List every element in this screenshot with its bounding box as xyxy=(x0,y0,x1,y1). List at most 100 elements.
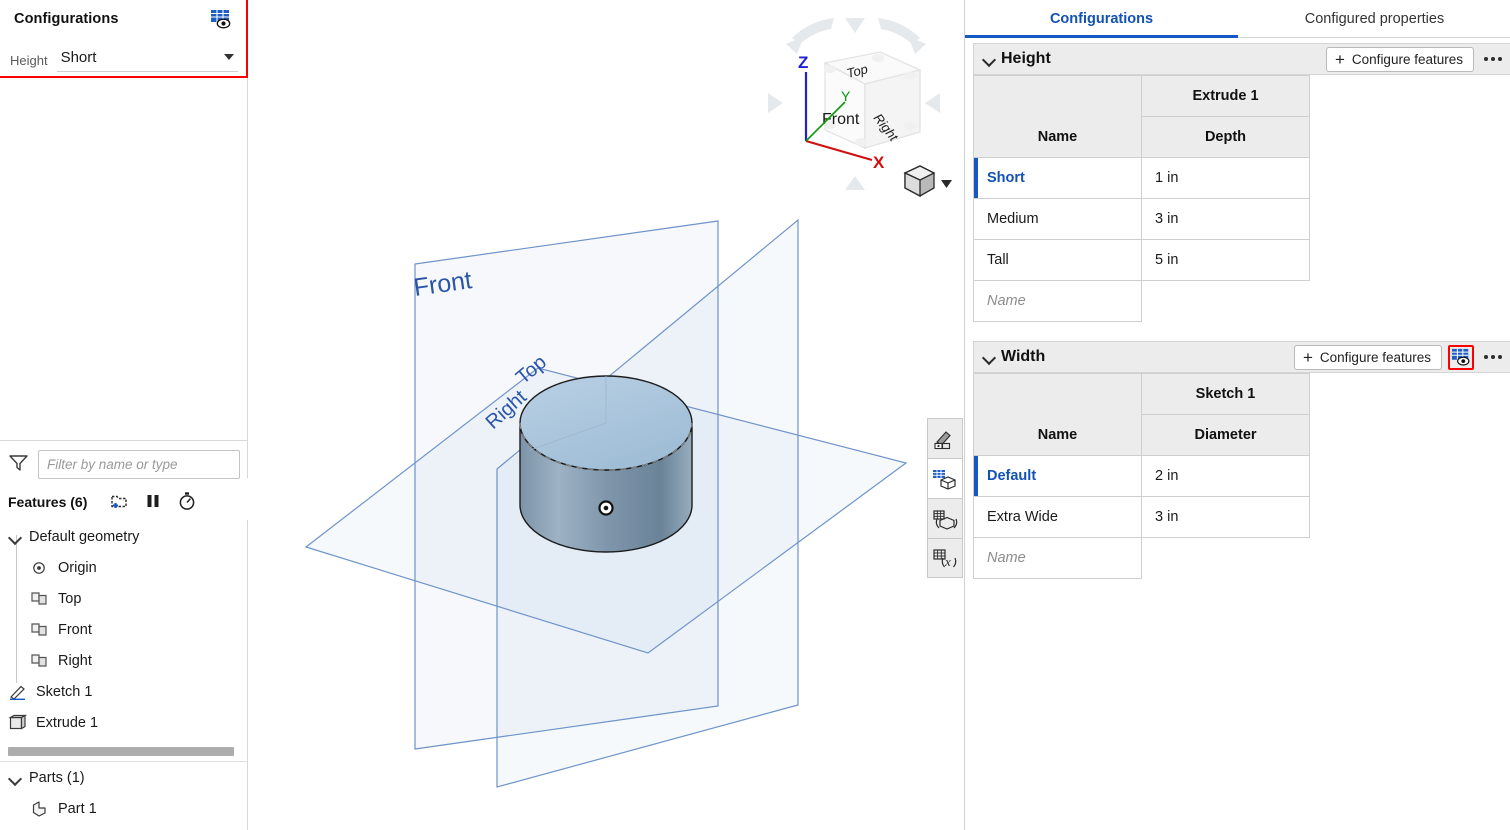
table-row[interactable]: Short 1 in xyxy=(973,157,1310,199)
configure-features-label: Configure features xyxy=(1351,51,1463,67)
table-header-row-param: Name Diameter xyxy=(973,414,1310,456)
chevron-down-icon[interactable] xyxy=(8,529,23,544)
add-folder-icon[interactable] xyxy=(109,492,129,513)
part-icon xyxy=(30,800,50,818)
header-blank-cell xyxy=(973,373,1142,415)
height-config-dropdown[interactable]: Short xyxy=(56,45,238,72)
features-count-label: Features (6) xyxy=(8,494,88,510)
tree-item-label: Top xyxy=(58,590,82,607)
viewport-tool-rail: x xyxy=(927,418,963,578)
filter-funnel-icon[interactable] xyxy=(8,453,29,475)
table-new-row[interactable]: Name xyxy=(973,537,1310,579)
chevron-down-icon[interactable] xyxy=(982,350,996,364)
plus-icon: + xyxy=(1334,49,1345,69)
config-name-cell[interactable]: Extra Wide xyxy=(973,496,1142,538)
sketch-icon xyxy=(8,683,28,701)
tab-configured-properties[interactable]: Configured properties xyxy=(1238,0,1510,38)
new-config-name-input[interactable]: Name xyxy=(973,280,1142,322)
table-row[interactable]: Default 2 in xyxy=(973,455,1310,497)
feature-tree-list: Default geometry Origin Top Front Right … xyxy=(0,521,247,738)
chevron-down-icon[interactable] xyxy=(982,52,996,66)
table-header-row-feature: Sketch 1 xyxy=(973,373,1310,415)
chevron-down-icon xyxy=(941,180,952,188)
variable-studio-icon[interactable]: x xyxy=(927,538,963,578)
tree-horizontal-scrollbar[interactable] xyxy=(8,747,234,756)
table-row[interactable]: Medium 3 in xyxy=(973,198,1310,240)
section-overflow-menu[interactable] xyxy=(1480,345,1506,369)
variable-table-icon[interactable] xyxy=(927,498,963,538)
feature-header-cell: Sketch 1 xyxy=(1141,373,1310,415)
plane-icon xyxy=(30,652,50,670)
tree-item-label: Right xyxy=(58,652,92,669)
pause-icon[interactable] xyxy=(145,492,161,513)
config-value-cell[interactable]: 2 in xyxy=(1141,455,1310,497)
origin-point-icon xyxy=(30,559,50,577)
configurations-panel: Configurations Height Short xyxy=(0,0,248,78)
table-row[interactable]: Tall 5 in xyxy=(973,239,1310,281)
table-header-row-feature: Extrude 1 xyxy=(973,75,1310,117)
section-header[interactable]: Width + Configure features xyxy=(973,341,1510,373)
config-name-cell[interactable]: Short xyxy=(973,157,1142,199)
viewcube-body xyxy=(823,51,922,150)
svg-text:Z: Z xyxy=(798,53,808,72)
param-column-header: Depth xyxy=(1141,116,1310,158)
config-name-cell[interactable]: Medium xyxy=(973,198,1142,240)
feature-header-cell: Extrude 1 xyxy=(1141,75,1310,117)
onshape-configurations-screen: Configurations Height Short Filter by na… xyxy=(0,0,1510,830)
table-new-row[interactable]: Name xyxy=(973,280,1310,322)
tree-item-label: Default geometry xyxy=(29,528,140,545)
appearance-icon[interactable] xyxy=(927,418,963,458)
section-title: Width xyxy=(1001,348,1046,365)
panel-tabs: Configurations Configured properties xyxy=(965,0,1510,38)
svg-text:X: X xyxy=(873,153,885,172)
features-toolbar: Features (6) xyxy=(8,489,238,515)
param-column-header: Diameter xyxy=(1141,414,1310,456)
tree-item-sketch-1[interactable]: Sketch 1 xyxy=(0,676,247,707)
tree-item-extrude-1[interactable]: Extrude 1 xyxy=(0,707,247,738)
configuration-table-eye-icon[interactable] xyxy=(210,9,232,30)
tree-item-part-1[interactable]: Part 1 xyxy=(0,793,247,824)
tree-item-front-plane[interactable]: Front xyxy=(0,614,247,645)
tree-item-default-geometry[interactable]: Default geometry xyxy=(0,521,247,552)
filter-row xyxy=(8,449,240,479)
configure-features-button[interactable]: + Configure features xyxy=(1325,46,1474,72)
3d-viewport[interactable]: Front Top Right Top Front Right Z X Y x xyxy=(248,0,964,830)
search-input[interactable] xyxy=(38,449,240,479)
chevron-down-icon[interactable] xyxy=(8,770,23,785)
tree-item-label: Front xyxy=(58,621,92,638)
config-name-cell[interactable]: Default xyxy=(973,455,1142,497)
table-header-row-param: Name Depth xyxy=(973,116,1310,158)
configuration-table-eye-icon[interactable] xyxy=(1448,344,1474,370)
config-value-cell[interactable]: 5 in xyxy=(1141,239,1310,281)
tree-item-label: Extrude 1 xyxy=(36,714,99,731)
chevron-down-icon xyxy=(224,54,234,60)
svg-text:x: x xyxy=(944,554,951,569)
config-value-cell[interactable]: 3 in xyxy=(1141,496,1310,538)
config-table-height: Extrude 1 Name Depth Short 1 in Medium 3… xyxy=(973,75,1310,322)
parts-group-header[interactable]: Parts (1) xyxy=(0,762,247,793)
config-value-cell[interactable]: 1 in xyxy=(1141,157,1310,199)
parts-list: Parts (1) Part 1 xyxy=(0,762,247,824)
tree-item-top-plane[interactable]: Top xyxy=(0,583,247,614)
section-overflow-menu[interactable] xyxy=(1480,47,1506,71)
header-blank-cell xyxy=(973,75,1142,117)
parts-count-label: Parts (1) xyxy=(29,769,85,786)
new-config-blank-cell xyxy=(1141,280,1310,322)
new-config-name-input[interactable]: Name xyxy=(973,537,1142,579)
config-name-cell[interactable]: Tall xyxy=(973,239,1142,281)
configurations-cube-icon[interactable] xyxy=(927,458,963,498)
table-row[interactable]: Extra Wide 3 in xyxy=(973,496,1310,538)
configuration-input-row: Height Short xyxy=(10,44,238,72)
stopwatch-icon[interactable] xyxy=(177,491,197,514)
section-header[interactable]: Height + Configure features xyxy=(973,43,1510,75)
config-section-width: Width + Configure features Sketch 1 Name… xyxy=(973,341,1510,579)
tab-configurations[interactable]: Configurations xyxy=(965,0,1238,38)
view-cube[interactable]: Top Front Right Z X Y xyxy=(760,8,955,198)
config-value-cell[interactable]: 3 in xyxy=(1141,198,1310,240)
shaded-cube-icon xyxy=(903,165,936,198)
configure-features-label: Configure features xyxy=(1319,349,1431,365)
tree-item-right-plane[interactable]: Right xyxy=(0,645,247,676)
tree-item-origin[interactable]: Origin xyxy=(0,552,247,583)
name-column-header: Name xyxy=(973,414,1142,456)
configure-features-button[interactable]: + Configure features xyxy=(1293,344,1442,370)
